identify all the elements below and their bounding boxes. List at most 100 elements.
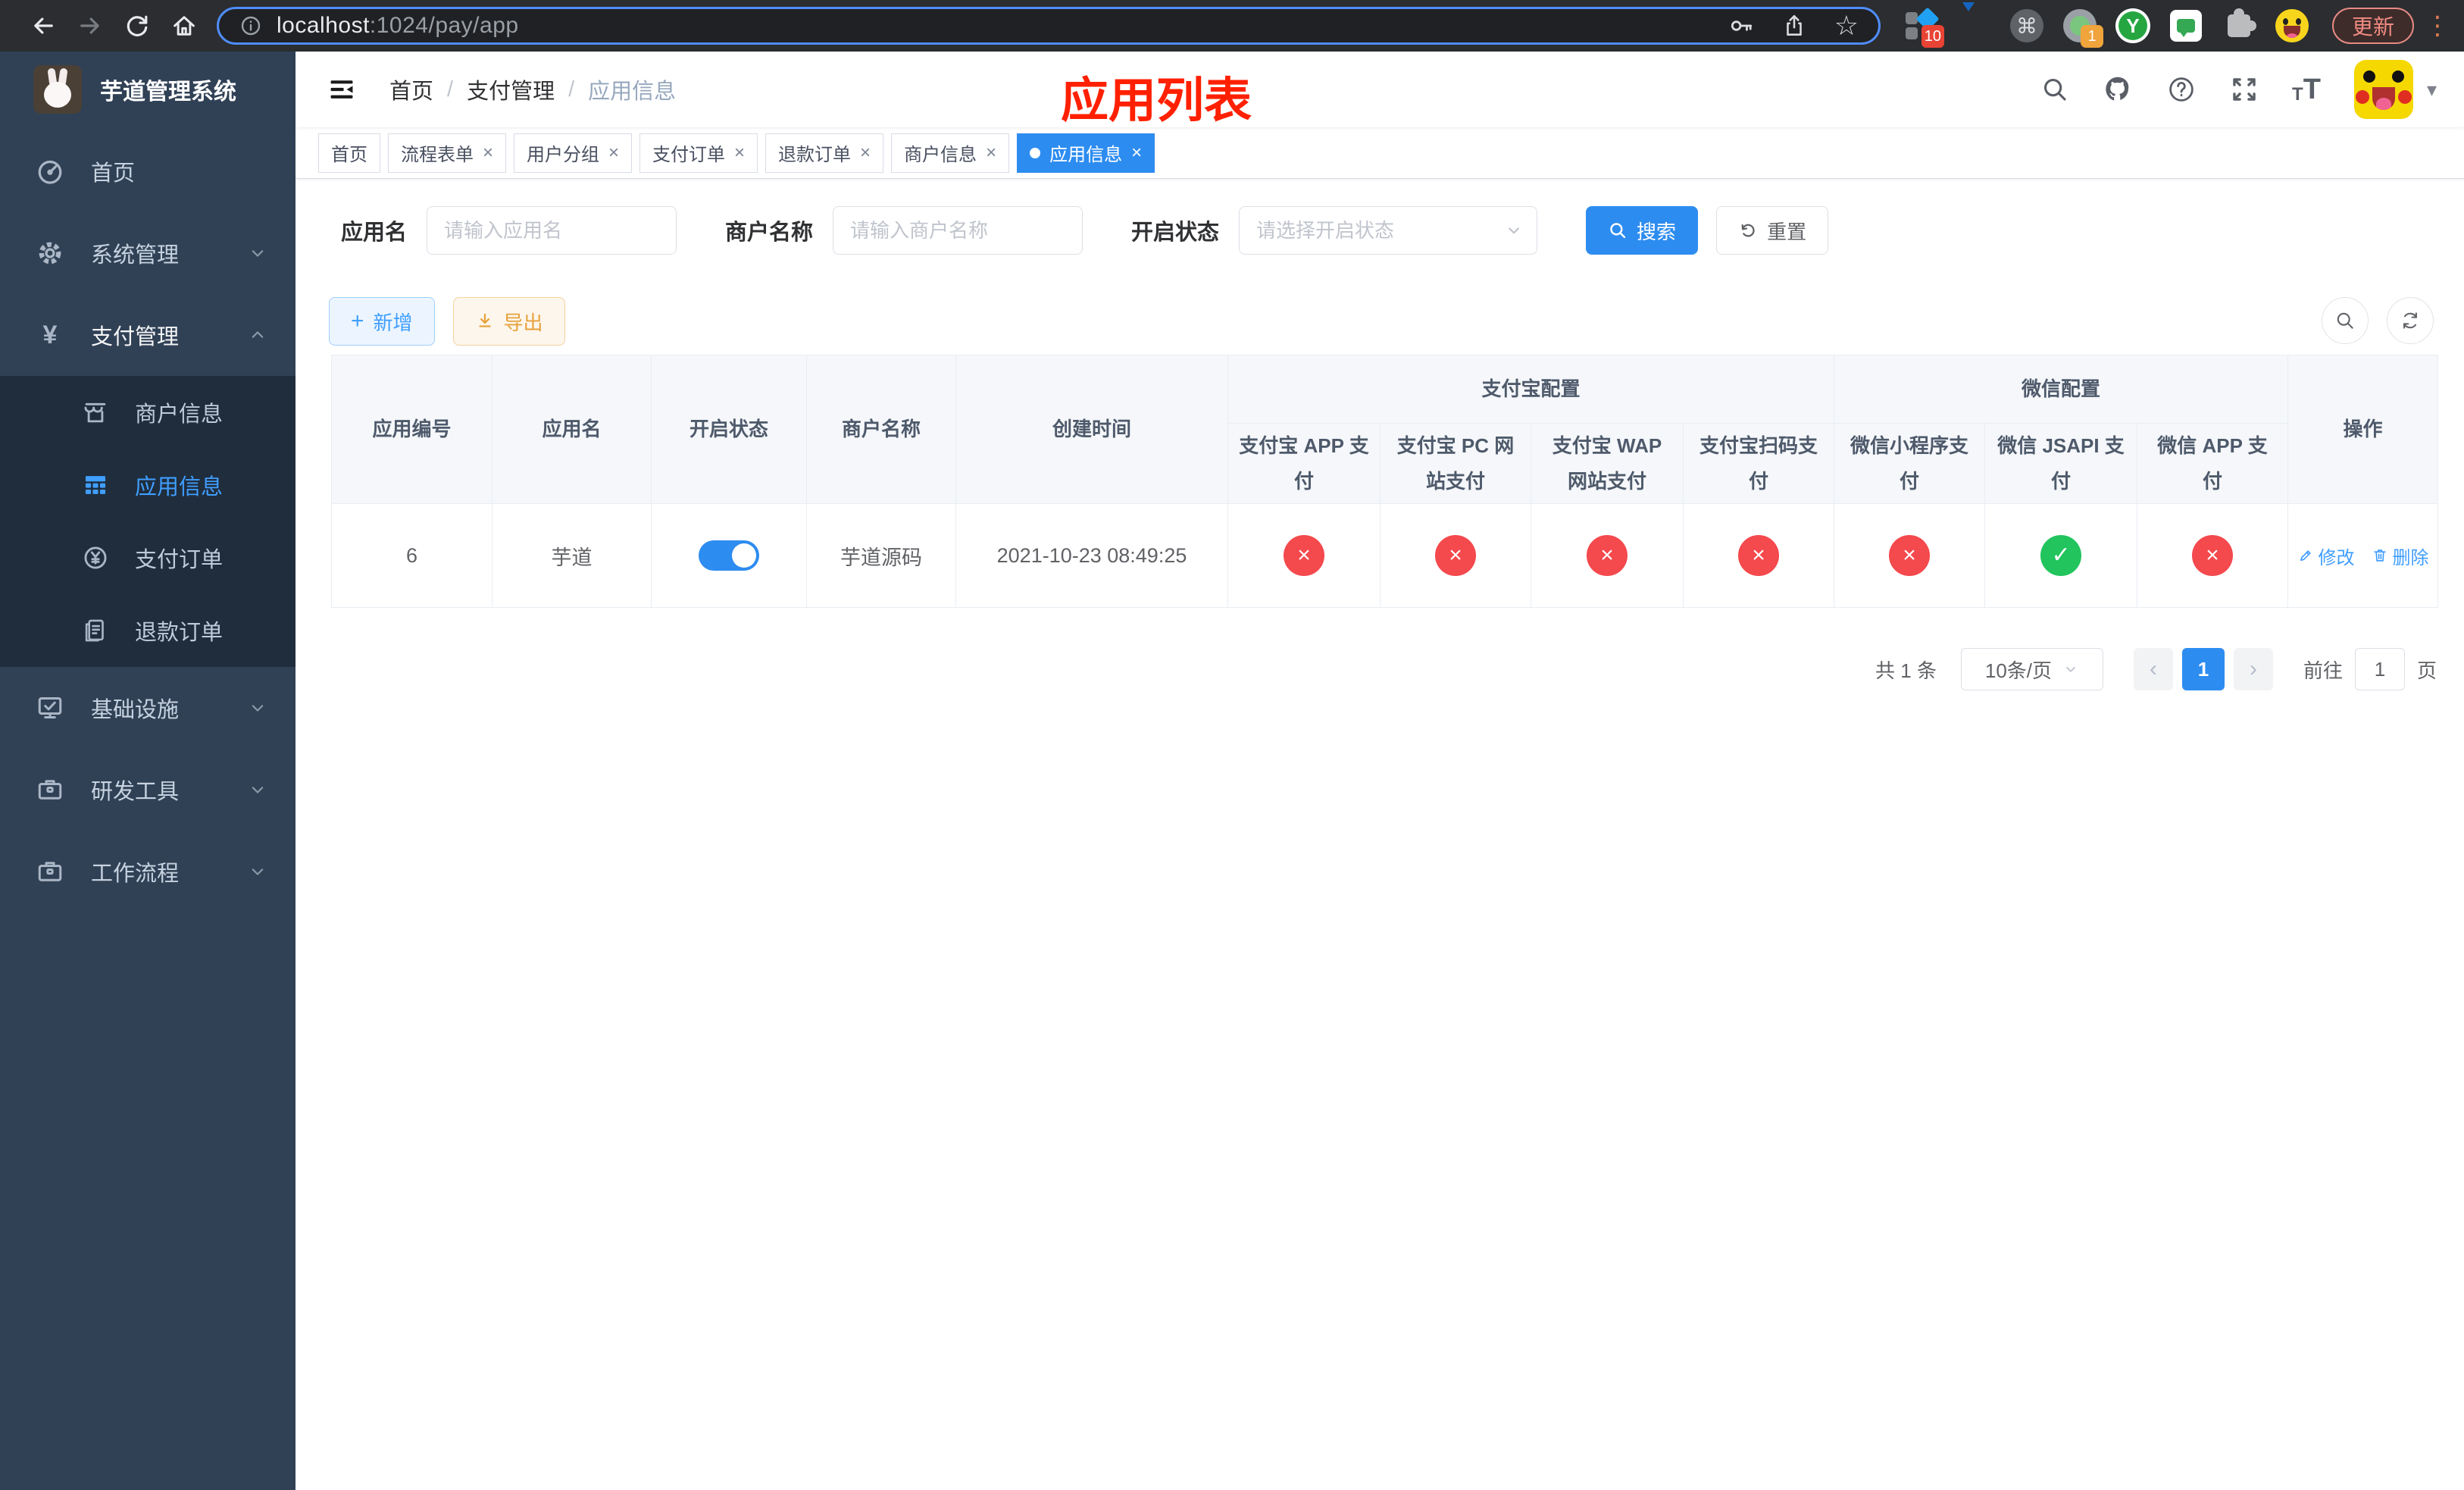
cell-alipay-app: × [1227, 503, 1381, 608]
bookmark-star-icon[interactable]: ☆ [1834, 12, 1859, 39]
extensions-puzzle-icon[interactable] [2222, 8, 2256, 43]
extension-command-icon[interactable]: ⌘ [2009, 8, 2044, 43]
close-icon[interactable]: × [483, 143, 493, 162]
cell-wechat-mini: × [1834, 503, 1986, 608]
sidebar-item-dev-tools[interactable]: 研发工具 [0, 749, 295, 831]
col-created-at: 创建时间 [955, 355, 1228, 504]
reset-button[interactable]: 重置 [1716, 206, 1829, 255]
close-icon[interactable]: × [1131, 143, 1142, 162]
enabled-toggle[interactable] [699, 540, 759, 571]
chevron-down-icon [247, 697, 268, 718]
browser-forward-button[interactable] [67, 2, 114, 49]
browser-home-button[interactable] [161, 2, 208, 49]
extension-balloon-icon[interactable] [1956, 2, 1991, 43]
extension-y-icon[interactable]: Y [2115, 8, 2150, 43]
cell-alipay-pc: × [1380, 503, 1531, 608]
sidebar-collapse-icon[interactable] [326, 74, 358, 105]
cell-app-id: 6 [331, 503, 492, 608]
tab-user-group[interactable]: 用户分组 × [514, 133, 633, 173]
gear-icon [33, 238, 67, 268]
github-icon[interactable] [2103, 74, 2133, 105]
col-wechat-jsapi: 微信 JSAPI 支付 [1984, 423, 2138, 504]
browser-reload-button[interactable] [114, 2, 161, 49]
next-page-button[interactable]: › [2233, 648, 2273, 690]
prev-page-button[interactable]: ‹ [2133, 648, 2173, 690]
sidebar-logo[interactable]: 芋道管理系统 [0, 52, 295, 127]
sidebar-item-system[interactable]: 系统管理 [0, 212, 295, 294]
page-size-value: 10条/页 [1984, 659, 2053, 682]
site-info-icon[interactable] [239, 14, 263, 38]
search-button[interactable]: 搜索 [1586, 206, 1699, 255]
share-icon[interactable] [1781, 13, 1807, 39]
browser-menu-icon[interactable]: ⋮ [2425, 13, 2450, 39]
forward-icon [80, 17, 99, 34]
tab-refund-order[interactable]: 退款订单 × [765, 133, 884, 173]
sidebar-item-app-info[interactable]: 应用信息 [0, 449, 295, 521]
toggle-search-button[interactable] [2322, 297, 2369, 344]
chevron-down-icon [247, 861, 268, 882]
tab-pay-order[interactable]: 支付订单 × [639, 133, 758, 173]
breadcrumb: 首页 / 支付管理 / 应用信息 [389, 74, 676, 105]
status-select[interactable] [1239, 206, 1538, 255]
fullscreen-icon[interactable] [2230, 75, 2259, 104]
col-merchant: 商户名称 [806, 355, 956, 504]
col-wechat-mini: 微信小程序支付 [1834, 423, 1986, 504]
toolbar: + 新增 导出 [329, 297, 565, 346]
dashboard-icon [33, 156, 67, 186]
tab-process-form[interactable]: 流程表单 × [388, 133, 507, 173]
status-icon: × [1284, 535, 1324, 576]
export-button[interactable]: 导出 [452, 297, 565, 346]
sidebar-item-refund-order[interactable]: 退款订单 [0, 594, 295, 667]
sidebar-item-workflow[interactable]: 工作流程 [0, 831, 295, 912]
sidebar-item-label: 工作流程 [91, 862, 180, 886]
close-icon[interactable]: × [986, 143, 996, 162]
user-avatar[interactable] [2353, 60, 2413, 119]
page-number-active[interactable]: 1 [2181, 648, 2225, 690]
sidebar-item-payment[interactable]: ¥ 支付管理 [0, 294, 295, 376]
grid-icon [79, 471, 112, 499]
col-group-alipay: 支付宝配置 [1227, 355, 1835, 424]
navbar: 首页 / 支付管理 / 应用信息 应用列表 T T ▾ [295, 52, 2464, 127]
cell-alipay-wap: × [1531, 503, 1684, 608]
breadcrumb-payment[interactable]: 支付管理 [467, 74, 555, 105]
app-name-input[interactable] [427, 206, 677, 255]
password-key-icon[interactable] [1728, 13, 1754, 39]
merchant-name-input[interactable] [833, 206, 1083, 255]
filter-form: 应用名 商户名称 开启状态 搜索 [341, 206, 1829, 255]
merchant-name-label: 商户名称 [725, 221, 814, 245]
extension-blocks-icon[interactable]: 10 [1903, 7, 1944, 48]
close-icon[interactable]: × [608, 143, 619, 162]
edit-link[interactable]: 修改 [2297, 543, 2355, 569]
header-search-icon[interactable] [2040, 75, 2069, 104]
add-button[interactable]: + 新增 [329, 297, 435, 346]
chrome-update-button[interactable]: 更新 [2332, 8, 2415, 44]
goto-page-input[interactable] [2354, 648, 2405, 690]
breadcrumb-home[interactable]: 首页 [389, 74, 433, 105]
avatar-caret-icon[interactable]: ▾ [2427, 78, 2437, 102]
refresh-icon [1741, 224, 1755, 237]
extension-chat-icon[interactable] [2169, 8, 2203, 43]
font-size-icon[interactable]: TT [2292, 75, 2321, 104]
sidebar-item-infrastructure[interactable]: 基础设施 [0, 667, 295, 749]
profile-emoji-icon[interactable] [2275, 8, 2309, 43]
sidebar-item-pay-order[interactable]: 支付订单 [0, 521, 295, 594]
sidebar-item-home[interactable]: 首页 [0, 130, 295, 212]
browser-back-button[interactable] [20, 2, 67, 49]
delete-link[interactable]: 删除 [2372, 543, 2429, 569]
tab-app-info[interactable]: 应用信息 × [1017, 133, 1155, 173]
yen-circle-icon [79, 543, 112, 572]
chevron-down-icon [1504, 221, 1524, 240]
page-size-select[interactable]: 10条/页 [1960, 648, 2103, 690]
close-icon[interactable]: × [860, 143, 871, 162]
tab-home[interactable]: 首页 [318, 133, 380, 173]
close-icon[interactable]: × [734, 143, 745, 162]
refresh-table-button[interactable] [2387, 297, 2434, 344]
sidebar-item-merchant-info[interactable]: 商户信息 [0, 376, 295, 449]
status-icon: ✓ [2040, 535, 2082, 576]
tab-merchant-info[interactable]: 商户信息 × [891, 133, 1010, 173]
cell-alipay-qr: × [1682, 503, 1835, 608]
extension-recorder-icon[interactable]: 1 [2062, 8, 2103, 48]
url-bar[interactable]: localhost:1024/pay/app ☆ [217, 7, 1881, 45]
help-icon[interactable] [2166, 74, 2197, 105]
page-title-annotation: 应用列表 [1061, 74, 1252, 127]
